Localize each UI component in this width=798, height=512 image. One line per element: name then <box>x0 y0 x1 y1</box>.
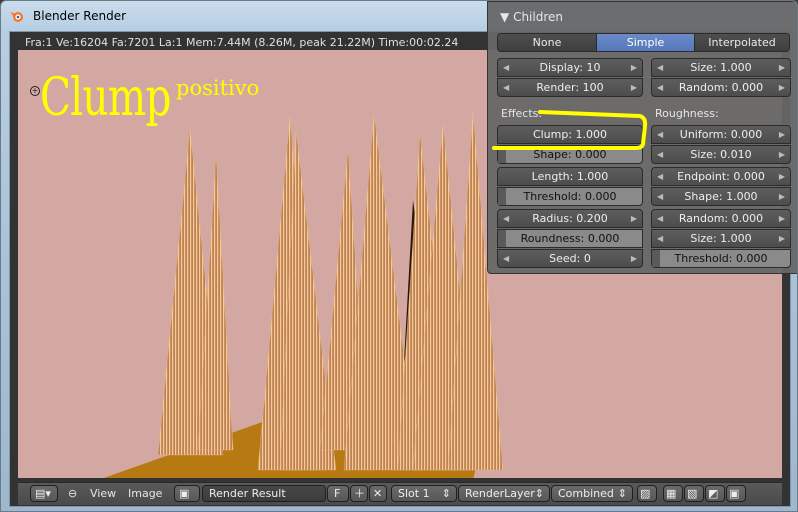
close-icon: ✕ <box>373 487 383 500</box>
clump-highlight-annotation <box>492 110 648 150</box>
window-title: Blender Render <box>33 9 127 23</box>
collapse-menu-icon[interactable]: ⊖ <box>68 486 77 502</box>
updown-arrow-icon: ⇕ <box>617 487 627 500</box>
image-editor-icon: ▤▾ <box>35 487 51 500</box>
view-menu[interactable]: View <box>90 486 116 502</box>
image-browse-button[interactable]: ▣ <box>174 485 200 502</box>
draw-rgb-alpha-button[interactable]: ▦ <box>663 485 683 502</box>
pass-label: Combined <box>558 487 614 500</box>
checker-icon: ▦ <box>666 487 677 500</box>
image-editor-header: ▤▾ ⊖ View Image ▣ Render Result F ＋ ✕ Sl… <box>18 482 782 505</box>
draw-z-buffer-button[interactable]: ◩ <box>705 485 725 502</box>
slot-label: Slot 1 <box>398 487 430 500</box>
unlink-image-button[interactable]: ✕ <box>369 485 387 502</box>
image-icon: ▣ <box>179 487 190 500</box>
children-panel: ▼ Children None Simple Interpolated ◀ Di… <box>487 1 797 274</box>
overlay-positivo-text: positivo <box>176 76 260 100</box>
layers-icon: ▣ <box>729 487 740 500</box>
render-stats: Fra:1 Ve:16204 Fa:7201 La:1 Mem:7.44M (8… <box>25 36 459 49</box>
image-name-field[interactable]: Render Result <box>202 485 326 502</box>
fake-user-button[interactable]: F <box>327 485 349 502</box>
updown-arrow-icon: ⇕ <box>441 487 451 500</box>
blender-logo-icon <box>10 12 23 22</box>
layer-label: RenderLayer <box>465 487 535 500</box>
draw-alpha-only-button[interactable]: ▧ <box>684 485 704 502</box>
render-window: Blender Render Fra:1 Ve:16204 Fa:7201 La… <box>0 0 798 512</box>
checker-brush-icon: ▨ <box>640 487 651 500</box>
draw-channels-button[interactable]: ▣ <box>726 485 746 502</box>
updown-arrow-icon: ⇕ <box>534 487 544 500</box>
slot-select[interactable]: Slot 1 ⇕ <box>391 485 457 502</box>
new-image-button[interactable]: ＋ <box>350 485 368 502</box>
z-buffer-icon: ◩ <box>708 487 719 500</box>
render-pass-select[interactable]: Combined ⇕ <box>551 485 633 502</box>
draw-alpha-button[interactable]: ▨ <box>637 485 657 502</box>
plus-icon: ＋ <box>354 487 365 500</box>
add-region-icon[interactable]: + <box>30 86 40 96</box>
overlay-clump-text: Clump <box>40 68 171 128</box>
editor-type-button[interactable]: ▤▾ <box>30 485 58 502</box>
alpha-checker-icon: ▧ <box>687 487 698 500</box>
render-layer-select[interactable]: RenderLayer ⇕ <box>458 485 550 502</box>
image-menu[interactable]: Image <box>128 486 162 502</box>
